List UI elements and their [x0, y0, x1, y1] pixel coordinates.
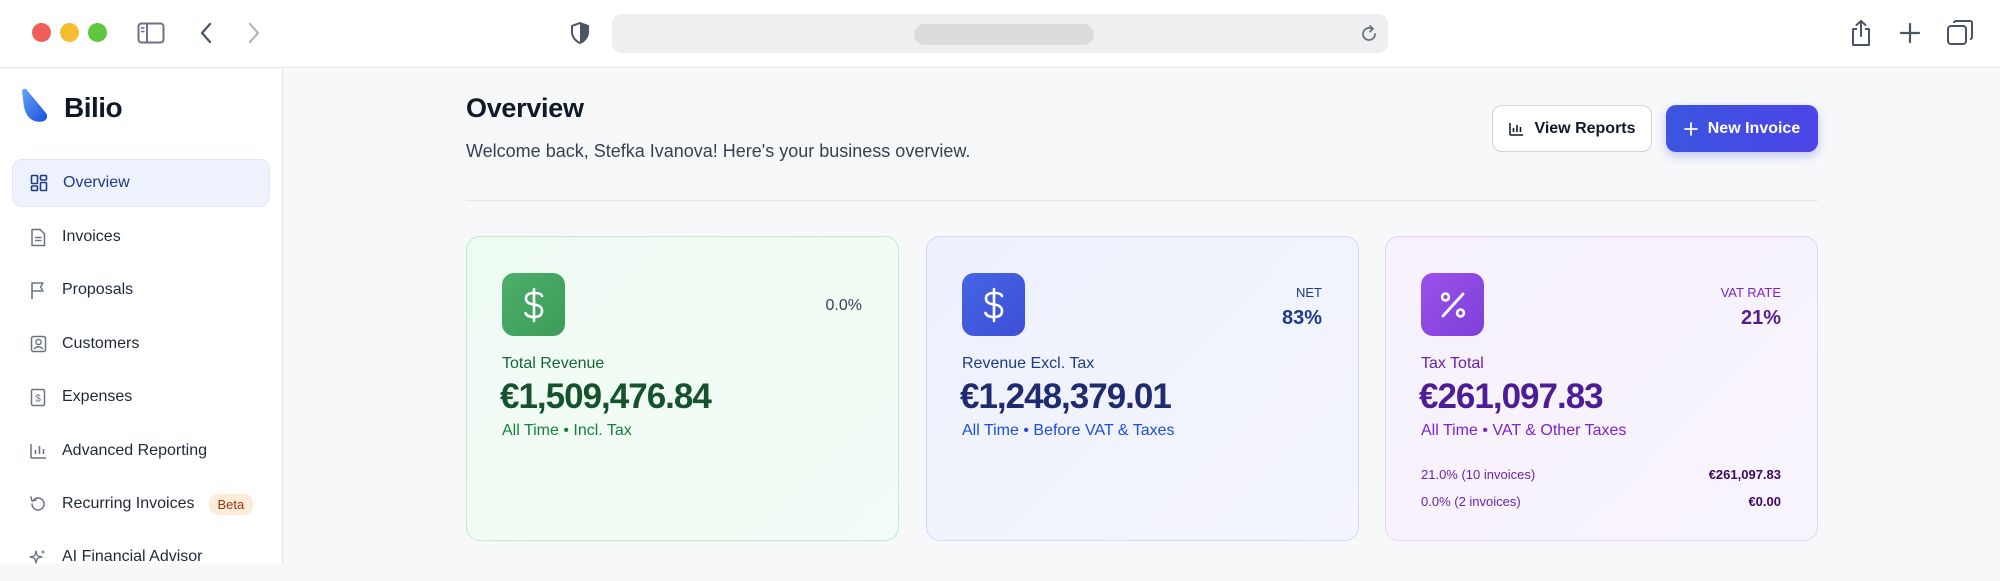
tax-breakdown-amount: €261,097.83 [1708, 467, 1781, 482]
view-reports-label: View Reports [1534, 119, 1636, 137]
card-label: Total Revenue [502, 355, 605, 372]
vat-rate-tag: VAT RATE [1720, 285, 1781, 300]
page-title: Overview [466, 93, 584, 123]
tax-total-card[interactable]: VAT RATE 21% Tax Total €261,097.83 All T… [1385, 236, 1818, 541]
back-icon[interactable] [196, 20, 216, 46]
plus-icon [1683, 121, 1698, 136]
dollar-icon [502, 273, 565, 336]
close-window-button[interactable] [32, 23, 51, 42]
grid-icon [29, 173, 49, 193]
sidebar-item-proposals[interactable]: Proposals [12, 266, 270, 314]
percent-icon [1421, 273, 1484, 336]
sidebar-item-label: Overview [63, 174, 130, 191]
receipt-icon: $ [28, 387, 48, 407]
main-content: Overview Welcome back, Stefka Ivanova! H… [284, 69, 2000, 564]
sidebar-item-label: Recurring Invoices [62, 495, 195, 512]
vat-rate-value: 21% [1740, 307, 1781, 329]
card-label: Revenue Excl. Tax [962, 355, 1095, 372]
url-placeholder [914, 24, 1094, 45]
maximize-window-button[interactable] [88, 23, 107, 42]
minimize-window-button[interactable] [60, 23, 79, 42]
revenue-excl-tax-card[interactable]: NET 83% Revenue Excl. Tax €1,248,379.01 … [926, 236, 1359, 541]
divider [466, 200, 1818, 201]
sidebar: Bilio Overview Invoices Proposals Custom… [0, 69, 283, 565]
card-value: €1,509,476.84 [500, 377, 712, 416]
new-tab-icon[interactable] [1898, 20, 1922, 46]
bar-chart-icon [1508, 121, 1524, 137]
tax-breakdown-row: 0.0% (2 invoices) €0.00 [1421, 494, 1781, 509]
tabs-overview-icon[interactable] [1946, 19, 1974, 47]
total-revenue-card[interactable]: 0.0% Total Revenue €1,509,476.84 All Tim… [466, 236, 899, 541]
sidebar-item-label: Customers [62, 335, 140, 352]
new-invoice-label: New Invoice [1707, 119, 1801, 137]
card-label: Tax Total [1421, 355, 1484, 372]
net-percentage: 83% [1281, 307, 1322, 329]
bar-chart-icon [28, 441, 48, 461]
sidebar-item-expenses[interactable]: $ Expenses [12, 373, 270, 421]
view-reports-button[interactable]: View Reports [1492, 105, 1652, 152]
dollar-icon [962, 273, 1025, 336]
sidebar-item-recurring-invoices[interactable]: Recurring Invoices Beta [12, 480, 270, 528]
new-invoice-button[interactable]: New Invoice [1666, 105, 1818, 152]
sidebar-item-label: Advanced Reporting [62, 442, 207, 459]
recurring-icon [28, 494, 48, 514]
card-value: €1,248,379.01 [960, 377, 1172, 416]
tax-breakdown-label: 21.0% (10 invoices) [1421, 467, 1536, 482]
share-icon[interactable] [1848, 18, 1874, 48]
contact-icon [28, 334, 48, 354]
card-note: All Time • Before VAT & Taxes [962, 422, 1175, 439]
sidebar-item-customers[interactable]: Customers [12, 320, 270, 368]
sidebar-item-label: AI Financial Advisor [62, 548, 203, 565]
sidebar-item-overview[interactable]: Overview [12, 159, 270, 207]
document-icon [28, 227, 48, 247]
forward-icon[interactable] [244, 20, 264, 46]
address-bar[interactable] [612, 14, 1388, 53]
net-tag: NET [1296, 285, 1322, 300]
browser-toolbar [0, 0, 2000, 68]
sidebar-item-invoices[interactable]: Invoices [12, 213, 270, 261]
reload-icon[interactable] [1358, 23, 1380, 45]
tax-breakdown-label: 0.0% (2 invoices) [1421, 494, 1521, 509]
sidebar-item-label: Expenses [62, 388, 133, 405]
sidebar-item-ai-financial-advisor[interactable]: AI Financial Advisor [12, 533, 270, 581]
brand-name: Bilio [64, 91, 123, 123]
shield-icon[interactable] [568, 20, 592, 46]
card-note: All Time • VAT & Other Taxes [1421, 422, 1627, 439]
flag-icon [28, 280, 48, 300]
sidebar-item-label: Proposals [62, 281, 134, 298]
tax-breakdown-amount: €0.00 [1748, 494, 1781, 509]
brand[interactable]: Bilio [20, 87, 123, 128]
card-note: All Time • Incl. Tax [502, 422, 632, 439]
sidebar-item-label: Invoices [62, 228, 121, 245]
svg-text:$: $ [35, 393, 41, 404]
tax-breakdown-row: 21.0% (10 invoices) €261,097.83 [1421, 467, 1781, 482]
page-subtitle: Welcome back, Stefka Ivanova! Here's you… [466, 141, 971, 161]
beta-badge: Beta [208, 493, 254, 515]
card-value: €261,097.83 [1419, 377, 1604, 416]
sidebar-toggle-icon[interactable] [136, 20, 166, 46]
revenue-change: 0.0% [825, 297, 862, 314]
sidebar-item-advanced-reporting[interactable]: Advanced Reporting [12, 427, 270, 475]
sparkle-icon [28, 547, 48, 567]
bilio-logo-icon [20, 87, 50, 128]
